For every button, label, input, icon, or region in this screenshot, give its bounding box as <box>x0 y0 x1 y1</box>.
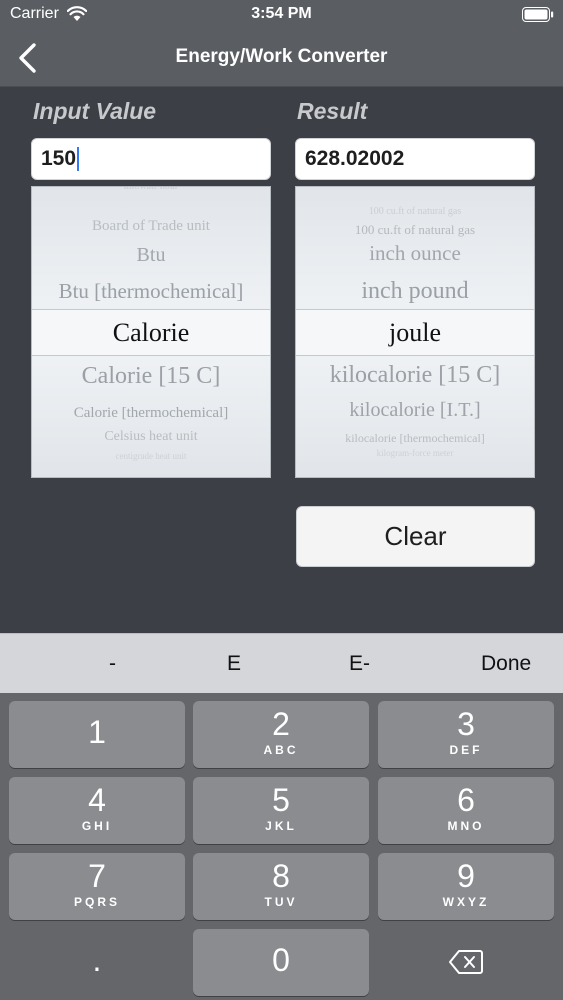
key-letters: WXYZ <box>442 895 490 909</box>
picker-item[interactable]: kilogram-force meter <box>296 449 534 458</box>
exponent-key[interactable]: E <box>227 652 241 676</box>
delete-key[interactable] <box>378 929 554 996</box>
key-7[interactable]: 7 PQRS <box>9 853 185 920</box>
key-digit: 9 <box>457 858 475 894</box>
input-value-label: Input Value <box>33 98 157 124</box>
minus-key[interactable]: - <box>109 652 116 676</box>
key-letters: MNO <box>447 819 485 833</box>
input-unit-picker[interactable]: kilowatt-hour Board of Trade unit Btu Bt… <box>31 186 271 478</box>
result-field[interactable]: 628.02002 <box>295 138 535 180</box>
key-digit: 0 <box>272 942 290 978</box>
picker-item[interactable]: inch pound <box>296 279 534 303</box>
backspace-icon <box>378 949 554 980</box>
key-letters: PQRS <box>73 895 120 909</box>
clear-button[interactable]: Clear <box>296 506 535 567</box>
picker-item[interactable]: kilocalorie [thermochemical] <box>296 432 534 444</box>
key-digit: . <box>92 942 102 978</box>
key-letters: ABC <box>263 743 299 757</box>
key-6[interactable]: 6 MNO <box>378 777 554 844</box>
key-digit: 8 <box>272 858 290 894</box>
picker-item[interactable]: kilocalorie [15 C] <box>296 363 534 387</box>
key-letters: TUV <box>264 895 298 909</box>
result-unit-picker[interactable]: 100 cu.ft of natural gas 100 cu.ft of na… <box>295 186 535 478</box>
picker-item-selected[interactable]: Calorie <box>32 320 270 346</box>
decimal-point-key[interactable]: . <box>9 929 185 996</box>
page-title: Energy/Work Converter <box>175 46 388 67</box>
key-4[interactable]: 4 GHI <box>9 777 185 844</box>
picker-item[interactable]: kilowatt-hour <box>32 187 270 192</box>
key-digit: 4 <box>88 782 106 818</box>
input-value-text: 150 <box>41 147 77 170</box>
result-label: Result <box>297 98 368 124</box>
key-2[interactable]: 2 ABC <box>193 701 369 768</box>
status-bar: Carrier 3:54 PM <box>0 0 563 30</box>
numeric-keypad: 1 2 ABC 3 DEF 4 GHI 5 JKL 6 MNO 7 PQRS 8… <box>0 693 563 1000</box>
status-time: 3:54 PM <box>251 5 312 22</box>
picker-item[interactable]: Board of Trade unit <box>32 219 270 234</box>
key-letters: DEF <box>449 743 483 757</box>
picker-item-selected[interactable]: joule <box>296 320 534 346</box>
input-value-field[interactable]: 150 <box>31 138 271 180</box>
key-5[interactable]: 5 JKL <box>193 777 369 844</box>
negative-exponent-key[interactable]: E- <box>349 652 370 676</box>
key-0[interactable]: 0 <box>193 929 369 996</box>
key-letters: JKL <box>265 819 297 833</box>
battery-icon <box>522 7 554 27</box>
key-8[interactable]: 8 TUV <box>193 853 369 920</box>
picker-item[interactable]: Calorie [thermochemical] <box>32 406 270 421</box>
picker-item[interactable]: centigrade heat unit <box>32 452 270 461</box>
picker-item[interactable]: Btu <box>32 245 270 265</box>
picker-item[interactable]: inch ounce <box>296 243 534 264</box>
key-1[interactable]: 1 <box>9 701 185 768</box>
key-9[interactable]: 9 WXYZ <box>378 853 554 920</box>
picker-item[interactable]: Celsius heat unit <box>32 430 270 444</box>
picker-item[interactable]: Btu [thermochemical] <box>32 281 270 302</box>
result-value-text: 628.02002 <box>305 147 405 170</box>
picker-item[interactable]: Calorie [15 C] <box>32 364 270 388</box>
key-digit: 2 <box>272 706 290 742</box>
key-digit: 7 <box>88 858 106 894</box>
done-button[interactable]: Done <box>481 652 531 676</box>
converter-screen: Carrier 3:54 PM Energy/Work Converter In… <box>0 0 563 1000</box>
keyboard-accessory-bar: - E E- Done <box>0 633 563 694</box>
navigation-bar: Energy/Work Converter <box>0 30 563 87</box>
picker-item[interactable]: kilocalorie [I.T.] <box>296 400 534 420</box>
text-caret <box>77 147 80 171</box>
key-letters: GHI <box>81 819 113 833</box>
key-digit: 3 <box>457 706 475 742</box>
key-digit: 1 <box>88 714 106 750</box>
picker-item[interactable]: 100 cu.ft of natural gas <box>296 223 534 236</box>
key-digit: 6 <box>457 782 475 818</box>
picker-item[interactable]: 100 cu.ft of natural gas <box>296 207 534 217</box>
key-3[interactable]: 3 DEF <box>378 701 554 768</box>
key-digit: 5 <box>272 782 290 818</box>
